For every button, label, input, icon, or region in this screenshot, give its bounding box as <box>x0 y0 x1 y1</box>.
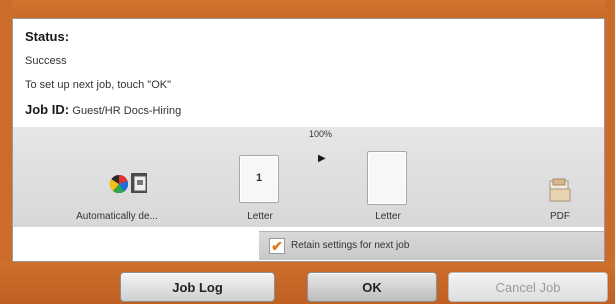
right-border <box>605 0 615 304</box>
output-size-tile[interactable]: Letter <box>353 127 423 227</box>
status-area: Status: Success To set up next job, touc… <box>13 19 604 127</box>
retain-settings-option[interactable]: ✔ Retain settings for next job <box>259 231 604 260</box>
retain-row: ✔ Retain settings for next job <box>13 227 604 261</box>
copies-count: 1 <box>255 172 263 184</box>
status-value: Success <box>25 55 67 67</box>
original-paper-icon: 1 <box>239 155 279 203</box>
color-mode-icon <box>109 173 147 194</box>
color-mode-label: Automatically de... <box>76 211 158 222</box>
cancel-job-button[interactable]: Cancel Job <box>448 272 608 302</box>
arrow-right-icon: ▶ <box>318 153 326 164</box>
status-panel: Status: Success To set up next job, touc… <box>12 18 605 262</box>
status-title: Status: <box>25 29 70 44</box>
retain-settings-checkbox[interactable]: ✔ <box>269 238 285 254</box>
file-format-label: PDF <box>550 211 570 222</box>
job-log-button[interactable]: Job Log <box>120 272 275 302</box>
output-paper-icon <box>367 151 407 205</box>
top-border <box>0 0 615 20</box>
output-size-label: Letter <box>375 211 401 222</box>
color-mode-tile[interactable]: Automatically de... <box>57 127 177 227</box>
instruction-text: To set up next job, touch "OK" <box>25 79 172 91</box>
job-id-value: Guest/HR Docs-Hiring <box>72 105 182 117</box>
file-format-tile[interactable]: PDF <box>525 127 595 227</box>
retain-settings-label: Retain settings for next job <box>291 240 410 251</box>
original-size-tile[interactable]: 1 Letter <box>225 127 295 227</box>
job-settings-strip: Automatically de... 1 Letter 100% ▶ Lett… <box>13 127 604 227</box>
original-size-label: Letter <box>247 211 273 222</box>
dialog-frame: Status: Success To set up next job, touc… <box>0 0 615 304</box>
folder-icon <box>549 178 571 202</box>
job-id-label: Job ID: <box>25 102 70 117</box>
zoom-value: 100% <box>309 129 333 139</box>
ok-button[interactable]: OK <box>307 272 437 302</box>
job-id-row: Job ID: Guest/HR Docs-Hiring <box>25 102 181 117</box>
left-border <box>0 0 12 304</box>
